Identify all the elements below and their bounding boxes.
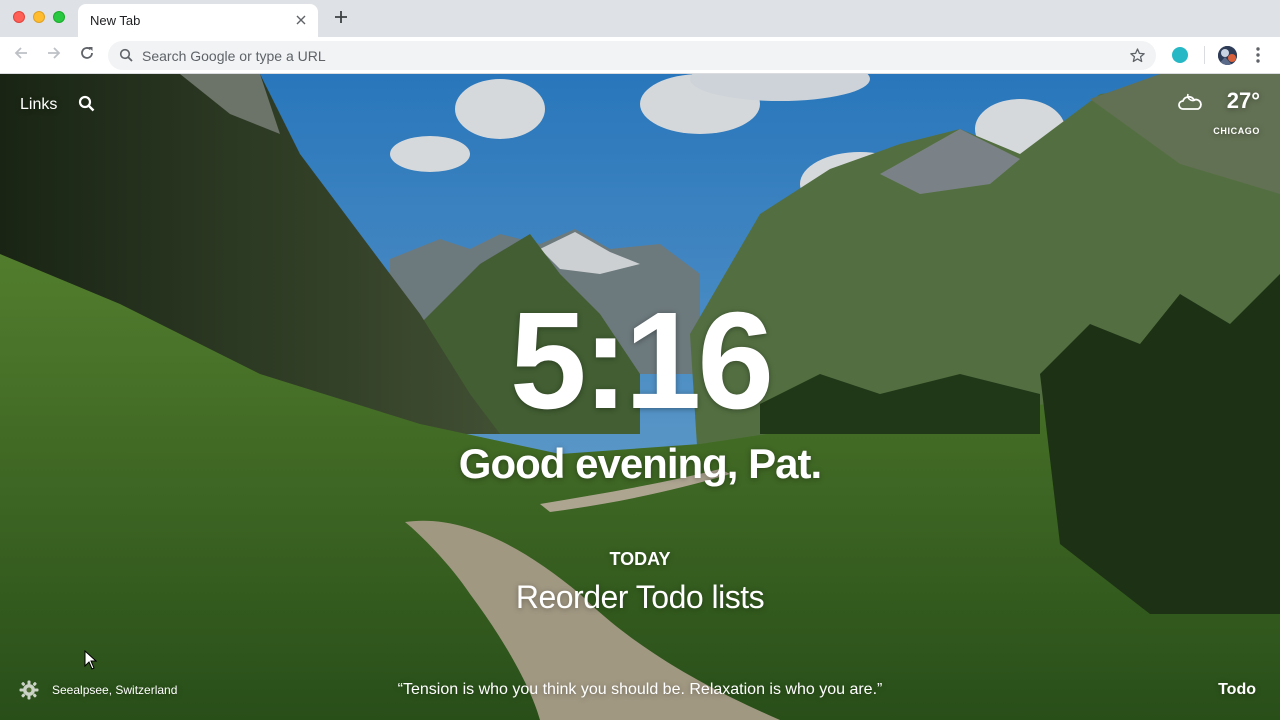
forward-button[interactable] <box>43 44 65 66</box>
kebab-menu-icon[interactable] <box>1249 45 1267 65</box>
clock: 5:16 <box>509 284 774 438</box>
star-icon[interactable] <box>1129 47 1146 64</box>
quote[interactable]: “Tension is who you think you should be.… <box>0 681 1280 699</box>
avatar[interactable] <box>1218 46 1237 65</box>
todo-button[interactable]: Todo <box>1218 681 1256 699</box>
links-button[interactable]: Links <box>20 96 57 114</box>
plus-icon <box>334 10 348 29</box>
reload-button[interactable] <box>76 44 98 66</box>
new-tab-button[interactable] <box>330 8 352 30</box>
focus-label: TODAY <box>609 549 671 569</box>
window-minimize-button[interactable] <box>33 11 45 23</box>
extension-icon[interactable] <box>1172 47 1188 63</box>
back-button[interactable] <box>10 44 32 66</box>
weather-temperature: 27° <box>1226 88 1260 113</box>
focus-item[interactable]: Reorder Todo lists <box>0 579 1280 616</box>
partly-cloudy-night-icon <box>1178 89 1204 111</box>
search-icon[interactable] <box>78 95 96 113</box>
reload-icon <box>79 45 95 66</box>
toolbar-divider <box>1204 46 1205 64</box>
tab-strip: New Tab <box>0 0 1280 37</box>
weather-city: CHICAGO <box>1213 126 1260 136</box>
address-bar-placeholder: Search Google or type a URL <box>142 48 326 64</box>
search-icon <box>119 48 134 63</box>
mouse-cursor-icon <box>84 649 98 670</box>
forward-arrow-icon <box>46 45 62 66</box>
tab-title: New Tab <box>90 13 141 28</box>
weather-widget[interactable]: 27° CHICAGO <box>1172 86 1262 136</box>
browser-toolbar: Search Google or type a URL <box>0 37 1280 74</box>
address-bar[interactable]: Search Google or type a URL <box>108 41 1156 70</box>
greeting: Good evening, Pat. <box>458 440 822 487</box>
close-icon[interactable] <box>292 11 310 29</box>
window-zoom-button[interactable] <box>53 11 65 23</box>
back-arrow-icon <box>13 45 29 66</box>
window-close-button[interactable] <box>13 11 25 23</box>
active-tab[interactable]: New Tab <box>78 4 318 37</box>
new-tab-dashboard: Links 27° CHICAGO 5:16 Good evening, Pat… <box>0 74 1280 720</box>
